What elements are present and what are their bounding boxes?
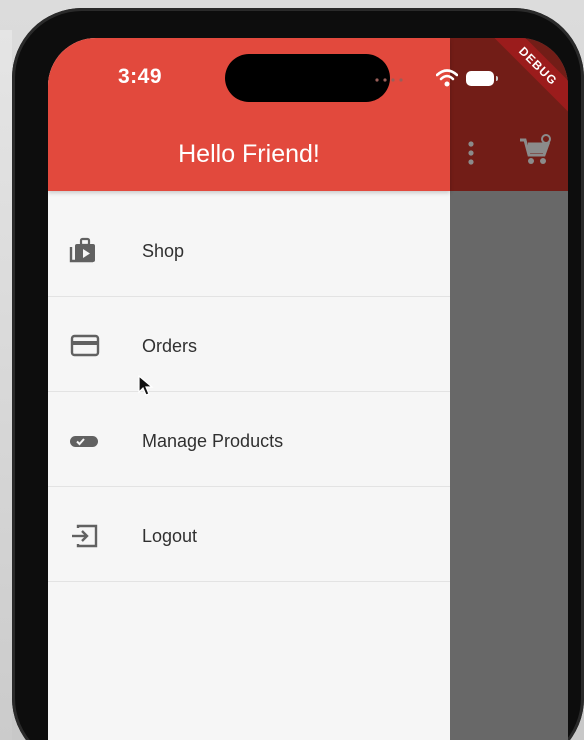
shop-icon	[69, 237, 95, 263]
drawer-item-label: Logout	[142, 526, 198, 546]
navigation-drawer: Hello Friend! Shop Orders Manage Product…	[48, 38, 450, 740]
wifi-icon	[436, 69, 458, 87]
drawer-item-logout[interactable]: Logout	[48, 487, 450, 582]
exit-icon	[72, 524, 98, 548]
battery-icon	[466, 71, 498, 86]
drawer-item-label: Orders	[142, 336, 198, 356]
drawer-item-label: Manage Products	[142, 431, 284, 451]
app-screen: Hello Friend! Shop Orders Manage Product…	[48, 38, 568, 740]
toggle-on-icon	[70, 436, 98, 447]
status-indicators	[374, 68, 524, 92]
app-bar-actions	[450, 126, 568, 182]
drawer-item-shop[interactable]: Shop	[48, 202, 450, 297]
status-bar: 3:49	[48, 38, 568, 123]
shopping-cart-icon[interactable]	[518, 134, 552, 168]
drawer-menu: Shop Orders Manage Products Logout	[48, 202, 450, 582]
background-edge	[0, 30, 12, 740]
dynamic-island	[225, 54, 390, 102]
drawer-item-orders[interactable]: Orders	[48, 297, 450, 392]
phone-frame: Hello Friend! Shop Orders Manage Product…	[12, 8, 584, 740]
payment-card-icon	[70, 334, 100, 357]
drawer-title: Hello Friend!	[178, 140, 320, 168]
status-time: 3:49	[118, 65, 163, 88]
drawer-item-label: Shop	[142, 241, 185, 261]
drawer-item-manage-products[interactable]: Manage Products	[48, 392, 450, 487]
mouse-cursor-icon	[138, 375, 154, 396]
more-vert-icon[interactable]	[466, 140, 476, 166]
device-screenshot: Hello Friend! Shop Orders Manage Product…	[0, 0, 584, 740]
signal-dots-icon	[375, 78, 403, 82]
